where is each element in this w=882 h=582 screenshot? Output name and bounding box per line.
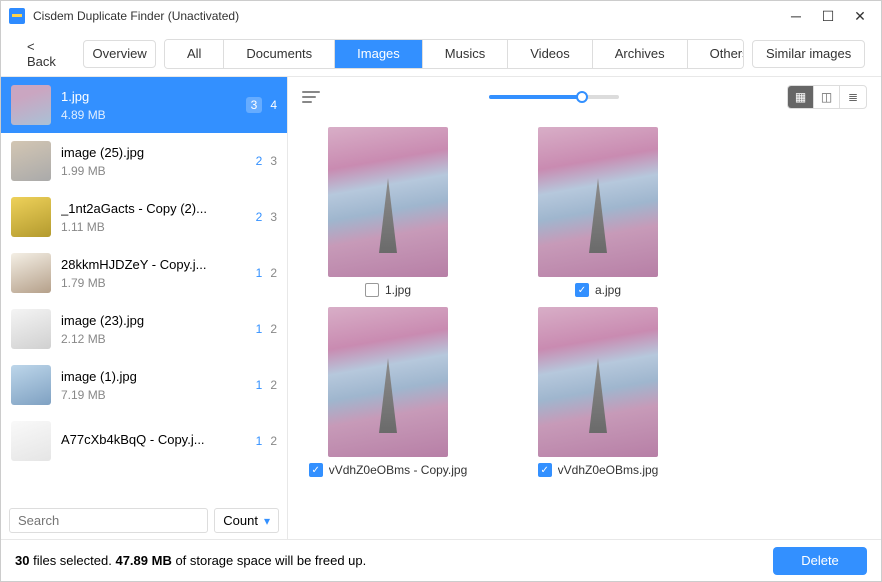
list-item[interactable]: A77cXb4kBqQ - Copy.j... 12 [1,413,287,469]
thumbnail [11,253,51,293]
filter-tabs: All Documents Images Musics Videos Archi… [164,39,744,69]
total-count: 2 [270,378,277,392]
file-label: 1.jpg [385,283,411,297]
list-item[interactable]: 1.jpg 4.89 MB 34 [1,77,287,133]
total-count: 4 [270,98,277,112]
file-name: image (23).jpg [61,313,246,328]
selected-count: 1 [256,434,263,448]
file-label: vVdhZ0eOBms - Copy.jpg [329,463,468,477]
list-item[interactable]: image (23).jpg 2.12 MB 12 [1,301,287,357]
footer: 30 files selected. 47.89 MB of storage s… [1,539,881,581]
tab-others[interactable]: Others [688,40,745,68]
file-size: 4.89 MB [61,108,236,122]
list-item[interactable]: image (1).jpg 7.19 MB 12 [1,357,287,413]
maximize-button[interactable]: ☐ [821,8,835,25]
select-checkbox[interactable]: ✓ [575,283,589,297]
thumbnail [538,307,658,457]
thumbnail [328,307,448,457]
tab-all[interactable]: All [165,40,224,68]
thumbnail [538,127,658,277]
tab-documents[interactable]: Documents [224,40,335,68]
similar-images-button[interactable]: Similar images [752,40,865,68]
selected-count: 2 [256,210,263,224]
close-button[interactable]: ✕ [853,8,867,25]
sidebar: 1.jpg4.89 MB 34 image (25).jpg1.99 MB 23… [1,77,287,539]
minimize-button[interactable]: ─ [789,8,803,25]
window-title: Cisdem Duplicate Finder (Unactivated) [33,9,779,23]
thumbnail-grid: 1.jpg ✓ a.jpg ✓ vVdhZ0eOBms - Copy.jpg ✓ vV… [288,117,881,539]
back-button[interactable]: < Back [17,40,75,68]
file-size: 1.11 MB [61,220,246,234]
file-name: 1.jpg [61,89,236,104]
selected-count: 1 [256,266,263,280]
total-count: 2 [270,266,277,280]
sort-dropdown[interactable]: Count▾ [214,508,279,533]
list-item[interactable]: 28kkmHJDZeY - Copy.j... 1.79 MB 12 [1,245,287,301]
toolbar: < Back Overview All Documents Images Mus… [1,31,881,77]
file-name: image (25).jpg [61,145,246,160]
list-item[interactable]: image (25).jpg 1.99 MB 23 [1,133,287,189]
view-mode-toggle: ▦ ◫ ≣ [787,85,867,109]
grid-item[interactable]: 1.jpg [298,127,478,297]
file-label: a.jpg [595,283,621,297]
file-size: 1.99 MB [61,164,246,178]
thumbnail [11,309,51,349]
select-checkbox[interactable]: ✓ [538,463,552,477]
thumbnail [11,85,51,125]
tab-images[interactable]: Images [335,40,423,68]
status-text: 30 files selected. 47.89 MB of storage s… [15,553,366,568]
zoom-slider[interactable] [489,95,619,99]
sort-menu-icon[interactable] [302,91,320,103]
main-panel: ▦ ◫ ≣ 1.jpg ✓ a.jpg ✓ vVdhZ0eOBms - Copy.j… [287,77,881,539]
grid-item[interactable]: ✓ a.jpg [508,127,688,297]
thumbnail [11,197,51,237]
tab-musics[interactable]: Musics [423,40,508,68]
selected-count: 1 [256,378,263,392]
chevron-down-icon: ▾ [264,514,270,528]
file-size: 7.19 MB [61,388,246,402]
grid-item[interactable]: ✓ vVdhZ0eOBms.jpg [508,307,688,477]
titlebar: Cisdem Duplicate Finder (Unactivated) ─ … [1,1,881,31]
grid-view-icon[interactable]: ▦ [788,86,814,108]
tab-archives[interactable]: Archives [593,40,688,68]
list-view-icon[interactable]: ≣ [840,86,866,108]
thumbnail [11,365,51,405]
total-count: 3 [270,210,277,224]
file-name: _1nt2aGacts - Copy (2)... [61,201,246,216]
file-name: 28kkmHJDZeY - Copy.j... [61,257,246,272]
selected-count: 1 [256,322,263,336]
columns-view-icon[interactable]: ◫ [814,86,840,108]
thumbnail [328,127,448,277]
selected-count: 2 [256,154,263,168]
list-item[interactable]: _1nt2aGacts - Copy (2)... 1.11 MB 23 [1,189,287,245]
file-size: 2.12 MB [61,332,246,346]
total-count: 2 [270,322,277,336]
search-input[interactable] [9,508,208,533]
file-size: 1.79 MB [61,276,246,290]
file-name: A77cXb4kBqQ - Copy.j... [61,432,246,447]
grid-item[interactable]: ✓ vVdhZ0eOBms - Copy.jpg [298,307,478,477]
select-checkbox[interactable]: ✓ [309,463,323,477]
select-checkbox[interactable] [365,283,379,297]
file-label: vVdhZ0eOBms.jpg [558,463,659,477]
thumbnail [11,141,51,181]
delete-button[interactable]: Delete [773,547,867,575]
duplicate-group-list[interactable]: 1.jpg4.89 MB 34 image (25).jpg1.99 MB 23… [1,77,287,502]
tab-videos[interactable]: Videos [508,40,593,68]
app-logo-icon [9,8,25,24]
total-count: 3 [270,154,277,168]
overview-button[interactable]: Overview [83,40,156,68]
total-count: 2 [270,434,277,448]
selected-count: 3 [246,97,263,113]
file-name: image (1).jpg [61,369,246,384]
thumbnail [11,421,51,461]
